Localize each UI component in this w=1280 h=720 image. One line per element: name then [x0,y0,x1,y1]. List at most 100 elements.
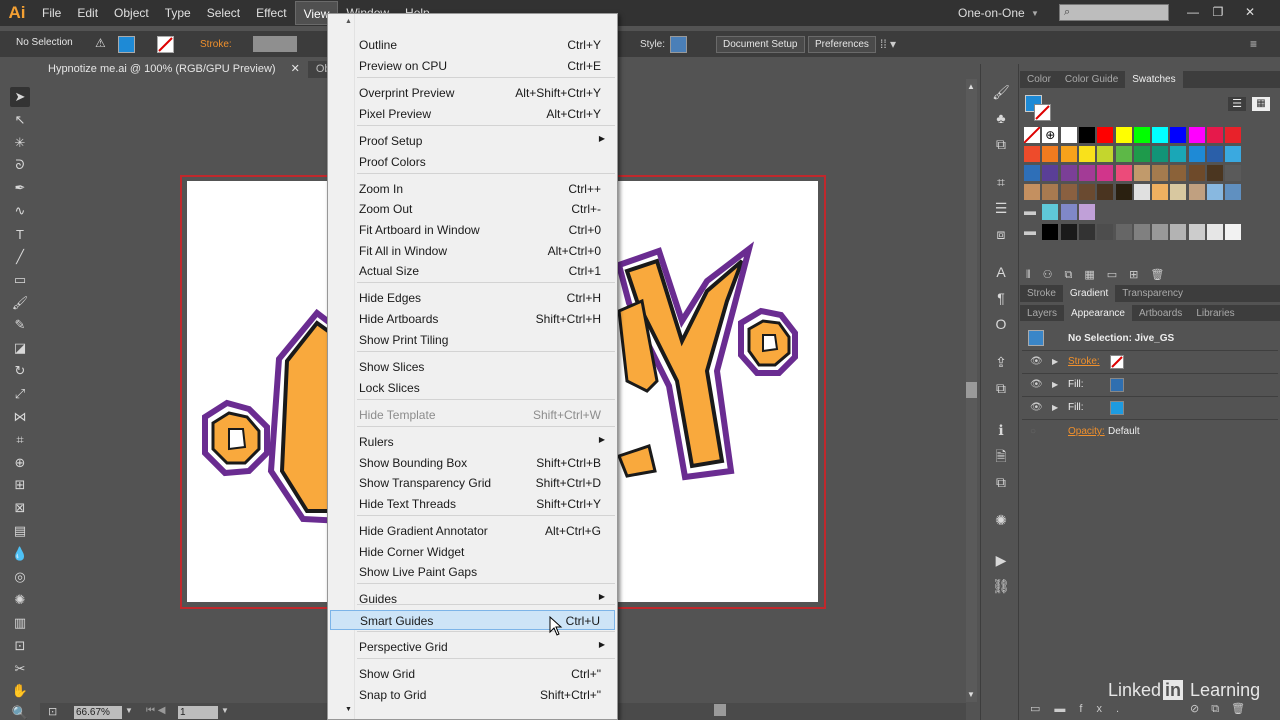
swatch[interactable] [1078,127,1095,143]
character-icon[interactable]: A [991,262,1011,282]
swatch-registration[interactable]: ⊕ [1042,127,1059,143]
vertical-scroll-thumb[interactable] [966,382,977,398]
menu-effect[interactable]: Effect [248,0,294,26]
chevron-down-icon[interactable]: ▼ [1031,9,1039,18]
swatch[interactable] [1097,224,1114,240]
swatch[interactable] [1042,146,1059,162]
stroke-swatch[interactable] [157,36,174,53]
menu-item-zoom-out[interactable]: Zoom Out Ctrl+- [330,199,615,219]
first-page-icon[interactable]: ⏮ ◀ [146,705,165,716]
menu-item-show-live-paint-gaps[interactable]: Show Live Paint Gaps [330,562,615,582]
menu-file[interactable]: File [34,0,69,26]
swatch[interactable] [1115,127,1132,143]
menu-item-zoom-in[interactable]: Zoom In Ctrl++ [330,179,615,199]
swatch[interactable] [1133,184,1150,200]
menu-item-perspective-grid[interactable]: Perspective Grid ▶ [330,637,615,657]
swatch[interactable] [1225,224,1242,240]
menu-scroll-down-icon[interactable]: ▼ [345,706,352,713]
zoom-level-field[interactable]: 66.67% [74,706,122,719]
graphic-styles-icon[interactable]: ⧉ [991,134,1011,154]
swatch[interactable] [1207,224,1223,240]
search-input[interactable]: ⌕ [1059,4,1169,21]
artboard-tool-icon[interactable]: ⊡ [10,636,30,656]
artboard-nav-icon[interactable]: ⊡ [48,705,57,718]
swatch[interactable] [1207,165,1223,181]
tab-layers[interactable]: Layers [1020,305,1064,322]
tab-transparency[interactable]: Transparency [1115,285,1190,302]
paragraph-icon[interactable]: ¶ [991,288,1011,308]
tab-document[interactable]: Hypnotize me.ai @ 100% (RGB/GPU Preview)… [40,61,308,78]
swatch[interactable] [1097,165,1114,181]
tab-stroke[interactable]: Stroke [1020,285,1063,302]
scale-tool-icon[interactable]: ⤢ [10,384,30,404]
menu-item-preview-on-cpu[interactable]: Preview on CPU Ctrl+E [330,56,615,76]
direct-selection-tool-icon[interactable]: ↖ [10,110,30,130]
document-info-icon[interactable]: 🗎 [991,446,1011,466]
swatch[interactable] [1097,184,1114,200]
minimize-icon[interactable]: — [1183,3,1203,21]
opacity-label[interactable]: Opacity: [1068,422,1105,442]
menu-item-rulers[interactable]: Rulers ▶ [330,432,615,452]
menu-item-guides[interactable]: Guides ▶ [330,589,615,609]
menu-item-overprint-preview[interactable]: Overprint Preview Alt+Shift+Ctrl+Y [330,83,615,103]
line-tool-icon[interactable]: ╱ [10,247,30,267]
swatch[interactable] [1188,224,1205,240]
stroke-none-swatch[interactable] [1110,355,1124,369]
curvature-tool-icon[interactable]: ∿ [10,201,30,221]
swatch[interactable] [1225,165,1242,181]
workspace-switcher[interactable]: One-on-One [958,0,1025,26]
swatch[interactable] [1042,224,1059,240]
menu-item-hide-edges[interactable]: Hide Edges Ctrl+H [330,288,615,308]
zoom-dropdown-icon[interactable]: ▼ [125,706,133,715]
menu-item-proof-colors[interactable]: Proof Colors [330,152,615,172]
fill-row-label[interactable]: Fill: [1068,375,1084,395]
swatch[interactable] [1207,184,1223,200]
slice-tool-icon[interactable]: ✂ [10,659,30,679]
fill-color-swatch[interactable] [1110,401,1124,415]
tab-swatches[interactable]: Swatches [1125,71,1183,88]
fill-swatch[interactable] [118,36,135,53]
align-icon[interactable]: ☰ [991,198,1011,218]
tab-libraries[interactable]: Libraries [1189,305,1241,322]
swatch-footer-icons[interactable]: ⫴⚇⧉▦▭⊞🗑 [1026,268,1176,282]
menu-item-show-transparency-grid[interactable]: Show Transparency Grid Shift+Ctrl+D [330,473,615,493]
paintbrush-tool-icon[interactable]: 🖌 [10,293,30,313]
link-icon[interactable]: ⛓ [991,576,1011,596]
tab-artboards[interactable]: Artboards [1132,305,1189,322]
menu-item-snap-to-grid[interactable]: Snap to Grid Shift+Ctrl+" [330,685,615,705]
appearance-fill-row[interactable]: 👁 ▶ Fill: [1025,375,1275,395]
rotate-tool-icon[interactable]: ↻ [10,361,30,381]
swatch[interactable] [1152,165,1169,181]
shaper-tool-icon[interactable]: ✎ [10,315,30,335]
swatch[interactable] [1060,146,1077,162]
grid-view-icon[interactable]: ▦ [1252,97,1270,111]
eyedropper-tool-icon[interactable]: 💧 [10,544,30,564]
swatch[interactable] [1188,184,1205,200]
swatch[interactable] [1133,127,1150,143]
swatch[interactable] [1170,165,1187,181]
links-icon[interactable]: ⧉ [991,472,1011,492]
menu-edit[interactable]: Edit [69,0,106,26]
swatch[interactable] [1188,146,1205,162]
menu-select[interactable]: Select [199,0,248,26]
swatch[interactable] [1060,165,1077,181]
shape-builder-tool-icon[interactable]: ⊕ [10,453,30,473]
type-tool-icon[interactable]: T [10,224,30,244]
perspective-grid-tool-icon[interactable]: ⊞ [10,475,30,495]
swatch[interactable] [1133,165,1150,181]
swatch[interactable] [1078,146,1095,162]
info-icon[interactable]: ℹ [991,420,1011,440]
document-setup-button[interactable]: Document Setup [716,36,805,53]
menu-item-outline[interactable]: Outline Ctrl+Y [330,35,615,55]
appearance-footer-icons-right[interactable]: ⊘⧉🗑 [1190,702,1257,716]
menu-item-hide-corner-widget[interactable]: Hide Corner Widget [330,542,615,562]
swatch[interactable] [1152,146,1169,162]
rectangle-tool-icon[interactable]: ▭ [10,270,30,290]
selection-tool-icon[interactable]: ➤ [10,87,30,107]
tab-color-guide[interactable]: Color Guide [1058,71,1125,88]
expand-arrow-icon[interactable]: ▶ [1052,375,1058,395]
restore-icon[interactable]: ❐ [1208,3,1228,21]
appearance-fill-row-2[interactable]: 👁 ▶ Fill: [1025,398,1275,418]
swatch[interactable] [1060,184,1077,200]
swatch[interactable] [1170,224,1187,240]
